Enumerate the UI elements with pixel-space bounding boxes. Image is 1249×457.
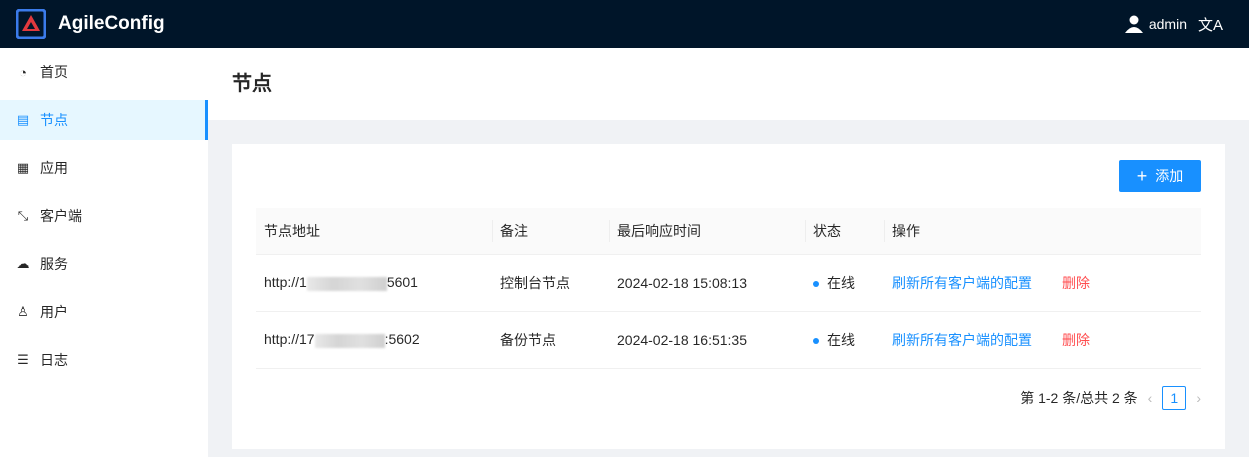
pagination-summary: 第 1-2 条/总共 2 条 [1020,390,1138,406]
column-header[interactable]: 状态 [805,208,884,255]
node-remark: 控制台节点 [492,254,609,312]
address-suffix: 5601 [386,274,418,291]
sidebar-item-label: 用户 [40,304,68,320]
plus-icon: + [1136,165,1148,186]
list-icon: ☰ [17,352,29,367]
translate-icon[interactable]: 文A [1198,14,1223,35]
redacted-block [306,276,387,291]
status-badge: 在线 [805,254,884,312]
sidebar-item-users[interactable]: ♙ 用户 [0,292,208,332]
user-icon [1124,15,1143,33]
redacted-block [314,333,385,348]
logo[interactable] [16,9,46,39]
table-row: http://1 5601 控制台节点 2024-02-18 15:08:13 在… [256,254,1201,312]
sidebar-item-services[interactable]: ☁ 服务 [0,244,208,284]
column-header[interactable]: 最后响应时间 [609,208,805,255]
user-icon: ♙ [17,304,29,319]
user-menu[interactable]: admin [1124,0,1187,48]
sidebar-item-label: 服务 [40,256,68,272]
prev-page-icon[interactable]: ‹ [1148,390,1153,406]
page-title: 节点 [232,73,272,95]
cloud-icon: ☁ [16,256,30,271]
page-1-button[interactable]: 1 [1162,386,1187,410]
nodes-card: + 添加 节点地址 备注 最后响应时间 状态 操作 http://1 5601 控制… [232,144,1225,449]
next-page-icon[interactable]: › [1196,390,1201,406]
sidebar-item-label: 首页 [40,64,68,80]
sidebar-item-logs[interactable]: ☰ 日志 [0,340,208,380]
refresh-clients-link[interactable]: 刷新所有客户端的配置 [892,275,1032,291]
database-icon: ▤ [16,112,30,127]
node-remark: 备份节点 [492,311,609,369]
delete-link[interactable]: 删除 [1062,275,1090,291]
sidebar-item-label: 节点 [40,112,68,128]
column-header[interactable]: 操作 [884,208,1201,255]
last-response-time: 2024-02-18 15:08:13 [609,254,805,312]
top-bar: AgileConfig admin 文A [0,0,1249,48]
sidebar-item-label: 日志 [40,352,68,368]
delete-link[interactable]: 删除 [1062,332,1090,348]
nodes-table: 节点地址 备注 最后响应时间 状态 操作 http://1 5601 控制台节点 … [256,208,1201,369]
add-button[interactable]: + 添加 [1119,160,1201,192]
node-address: http://17 :5602 [256,311,492,369]
address-prefix: http://1 [264,274,307,291]
refresh-clients-link[interactable]: 刷新所有客户端的配置 [892,332,1032,348]
status-text: 在线 [827,331,855,348]
appstore-icon: ▦ [16,160,30,175]
page-header: 节点 [208,48,1249,120]
shrink-icon: ⤡ [17,208,29,223]
add-label: 添加 [1155,168,1184,184]
sidebar: ◔ 首页 ▤ 节点 ▦ 应用 ⤡ 客户端 ☁ 服务 ♙ 用户 ☰ 日志 [0,48,208,457]
table-row: http://17:5602 备份节点 2024-02-18 16:51:35 … [256,311,1201,369]
status-text: 在线 [827,274,855,291]
sidebar-item-nodes[interactable]: ▤ 节点 [0,100,208,140]
column-header[interactable]: 备注 [492,208,609,255]
pagination: 第 1-2 条/总共 2 条 ‹ 1 › [1020,386,1201,410]
address-suffix: :5602 [384,331,420,348]
sidebar-item-apps[interactable]: ▦ 应用 [0,148,208,188]
column-header[interactable]: 节点地址 [256,208,492,255]
status-badge: 在线 [805,311,884,369]
username: admin [1148,16,1187,32]
sidebar-item-label: 客户端 [40,208,82,224]
sidebar-item-label: 应用 [40,160,68,176]
sidebar-item-clients[interactable]: ⤡ 客户端 [0,196,208,236]
status-dot-icon [813,280,819,287]
dashboard-icon: ◔ [19,64,27,80]
address-prefix: http://17 [264,331,315,348]
sidebar-item-home[interactable]: ◔ 首页 [0,52,208,92]
app-title: AgileConfig [58,13,165,34]
status-dot-icon [813,337,819,344]
last-response-time: 2024-02-18 16:51:35 [609,311,805,369]
node-address: http://1 5601 [256,254,492,312]
